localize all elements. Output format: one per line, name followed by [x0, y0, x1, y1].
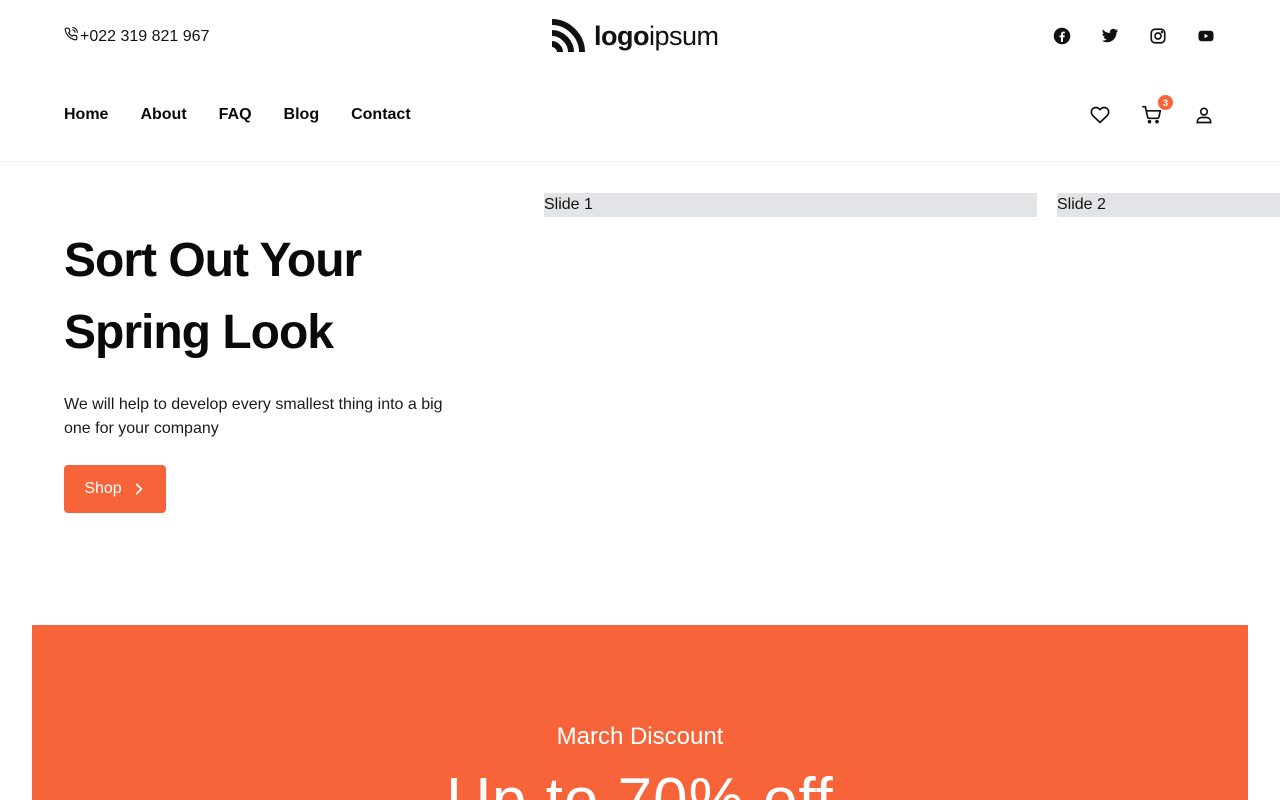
user-icon[interactable] [1194, 105, 1216, 127]
promo-banner: March Discount Up to 70% off [32, 625, 1248, 800]
cart-icon [1142, 105, 1162, 124]
nav-menu: Home About FAQ Blog Contact [64, 106, 411, 124]
shop-button-label: Shop [84, 480, 122, 497]
promo-subtitle: March Discount [556, 723, 724, 750]
heart-icon[interactable] [1090, 105, 1112, 127]
chevron-right-icon [135, 483, 142, 495]
cart-count-badge: 3 [1158, 95, 1173, 110]
hero-title-line-2: Spring Look [64, 306, 334, 359]
cart-button[interactable]: 3 [1142, 95, 1173, 127]
hero-description: We will help to develop every smallest t… [64, 396, 443, 437]
nav-about[interactable]: About [140, 106, 186, 124]
main-navbar: Home About FAQ Blog Contact 3 [0, 72, 1280, 162]
nav-home[interactable]: Home [64, 106, 108, 124]
nav-faq[interactable]: FAQ [219, 106, 252, 124]
phone-contact[interactable]: +022 319 821 967 [64, 27, 209, 46]
nav-contact[interactable]: Contact [351, 106, 411, 124]
phone-number: +022 319 821 967 [80, 27, 210, 45]
carousel-slide[interactable]: Slide 2 [1057, 193, 1280, 217]
phone-icon [64, 27, 78, 46]
logo-text: logoipsum [594, 20, 719, 51]
twitter-icon[interactable] [1100, 26, 1120, 46]
carousel-slide[interactable]: Slide 1 [544, 193, 1037, 217]
instagram-icon[interactable] [1148, 26, 1168, 46]
youtube-icon[interactable] [1196, 26, 1216, 46]
hero-title-line-1: Sort Out Your [64, 234, 362, 287]
nav-blog[interactable]: Blog [284, 106, 320, 124]
top-bar: +022 319 821 967 logoipsum [0, 0, 1280, 72]
shop-button[interactable]: Shop [64, 465, 166, 513]
site-logo[interactable]: logoipsum [550, 18, 719, 54]
hero-title: Sort Out Your Spring Look [64, 225, 504, 369]
nav-actions: 3 [1090, 95, 1216, 127]
promo-title: Up to 70% off [32, 765, 1248, 800]
facebook-icon[interactable] [1052, 26, 1072, 46]
logo-mark-icon [551, 19, 585, 53]
social-links [1052, 26, 1216, 46]
